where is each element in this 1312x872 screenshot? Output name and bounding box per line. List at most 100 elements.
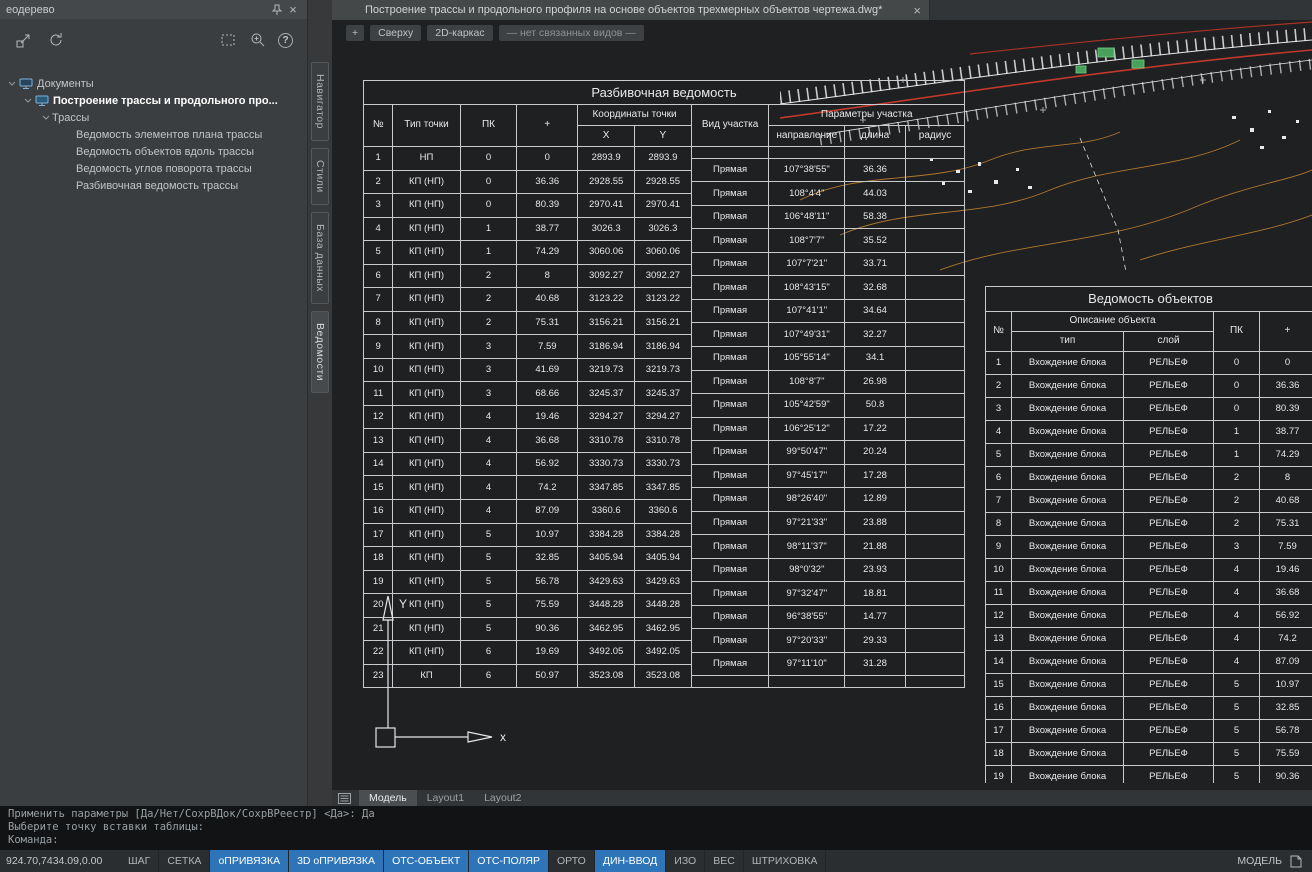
cell: 3186.94 [578,335,635,359]
cell: 17 [986,720,1012,743]
chevron-down-icon[interactable] [22,98,34,104]
viewport-plus-button[interactable]: + [346,25,364,41]
cell: 3092.27 [635,264,692,288]
cell: 108°8'7" [769,370,845,394]
col-header: радиус [906,126,965,147]
tree-link-icon[interactable] [14,30,34,50]
visual-style-button[interactable]: 2D-каркас [427,25,492,41]
cell: РЕЛЬЕФ [1124,605,1214,628]
cell: 97°45'17" [769,464,845,488]
objects-table: Ведомость объектов № Описание объекта ПК… [985,286,1312,783]
cell: 18 [364,547,393,571]
cell: 17.28 [845,464,906,488]
layout-tab-модель[interactable]: Модель [359,790,417,806]
cell: 3156.21 [578,311,635,335]
tree-item-documents[interactable]: Документы [0,75,307,92]
tree-item[interactable]: Ведомость объектов вдоль трассы [0,143,307,160]
status-toggle[interactable]: ДИН-ВВОД [595,850,666,872]
cell: 56.78 [517,570,578,594]
view-direction-button[interactable]: Сверху [370,25,421,41]
cell [906,676,965,688]
cell: 74.29 [517,241,578,265]
objects-table-row: 15Вхождение блокаРЕЛЬЕФ510.97 [986,674,1312,697]
status-toggle[interactable]: ИЗО [666,850,705,872]
help-icon[interactable]: ? [278,33,293,48]
tree-item-drawing[interactable]: Построение трассы и продольного про... [0,92,307,109]
panel-tab[interactable]: Стили [311,148,329,205]
drawing-canvas[interactable]: + Сверху 2D-каркас — нет связанных видов… [332,20,1312,790]
cell: 9 [986,536,1012,559]
status-toggle[interactable]: СЕТКА [159,850,210,872]
cell: 40.68 [517,288,578,312]
cell: Прямая [691,582,769,606]
cell: 34.1 [845,347,906,371]
cell: 11 [364,382,393,406]
model-space-button[interactable]: МОДЕЛЬ [1237,855,1282,867]
cell [906,182,965,206]
cell: 75.59 [1260,743,1312,766]
cell: КП (НП) [393,311,460,335]
status-toggle[interactable]: ВЕС [705,850,744,872]
objects-table-row: 7Вхождение блокаРЕЛЬЕФ240.68 [986,490,1312,513]
status-toggle[interactable]: ОТС-ОБЪЕКТ [384,850,469,872]
cell: Прямая [691,605,769,629]
cell: КП (НП) [393,476,460,500]
chevron-down-icon[interactable] [40,115,52,121]
cell: 3330.73 [578,452,635,476]
chevron-down-icon[interactable] [6,81,18,87]
panel-tab[interactable]: Ведомости [311,311,329,393]
status-toggle[interactable]: ШАГ [120,850,159,872]
tree-item[interactable]: Разбивочная ведомость трассы [0,177,307,194]
zoom-icon[interactable] [248,30,268,50]
cell: 4 [1214,559,1260,582]
pin-icon[interactable] [269,2,285,18]
refresh-icon[interactable] [46,30,66,50]
document-tab[interactable]: Построение трассы и продольного профиля … [332,0,930,20]
cell [906,370,965,394]
cell: 1 [1214,421,1260,444]
layout-tab-layout1[interactable]: Layout1 [417,790,474,806]
tree-item[interactable]: Ведомость элементов плана трассы [0,126,307,143]
cell: Вхождение блока [1012,490,1124,513]
cell: 3123.22 [635,288,692,312]
close-panel-icon[interactable]: × [285,2,301,18]
cell [906,229,965,253]
cell: РЕЛЬЕФ [1124,559,1214,582]
model-space-icon[interactable] [1290,855,1302,868]
layout-tab-layout2[interactable]: Layout2 [474,790,531,806]
cell: 0 [1214,398,1260,421]
panel-tab[interactable]: База данных [311,212,329,304]
layouts-menu-icon[interactable] [338,793,351,804]
viewport-toolbar: + Сверху 2D-каркас — нет связанных видов… [346,25,644,41]
tree-item-routes[interactable]: Трассы [0,109,307,126]
panel-tab[interactable]: Навигатор [311,62,329,141]
cell: РЕЛЬЕФ [1124,536,1214,559]
cell: 3448.28 [578,594,635,618]
status-toggle[interactable]: 3D оПРИВЯЗКА [289,850,384,872]
command-prompt[interactable]: Команда: [8,834,1304,847]
select-area-icon[interactable] [218,30,238,50]
status-toggle[interactable]: ОТС-ПОЛЯР [469,850,549,872]
cell: КП (НП) [393,217,460,241]
cell: 50.8 [845,394,906,418]
status-toggles: ШАГСЕТКАоПРИВЯЗКА3D оПРИВЯЗКАОТС-ОБЪЕКТО… [120,850,826,872]
status-toggle[interactable]: ШТРИХОВКА [744,850,827,872]
cell: 5 [1214,697,1260,720]
cell: 3310.78 [635,429,692,453]
cell: 1 [460,217,517,241]
cell: 19.46 [517,405,578,429]
tree-item[interactable]: Ведомость углов поворота трассы [0,160,307,177]
status-toggle[interactable]: оПРИВЯЗКА [210,850,289,872]
status-toggle[interactable]: ОРТО [549,850,595,872]
cell [906,417,965,441]
objects-table-row: 5Вхождение блокаРЕЛЬЕФ174.29 [986,444,1312,467]
cell: 16 [364,499,393,523]
close-document-icon[interactable]: × [913,4,921,17]
cell: 5 [1214,674,1260,697]
cell: Вхождение блока [1012,375,1124,398]
command-history-line: Применить параметры [Да/Нет/СохрВДок/Сох… [8,808,1304,821]
cell: 26.98 [845,370,906,394]
cell: Вхождение блока [1012,674,1124,697]
cell: 74.2 [1260,628,1312,651]
cell: 1 [364,147,393,171]
